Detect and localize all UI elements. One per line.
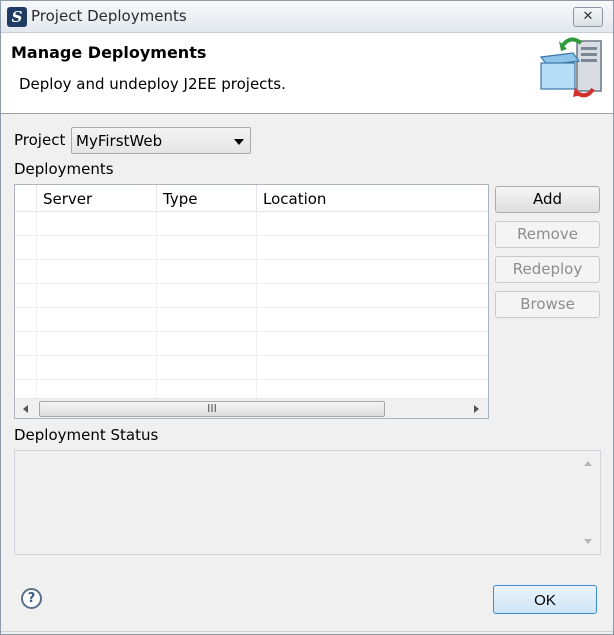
close-button[interactable]: ✕ — [573, 7, 603, 27]
deployment-status-label: Deployment Status — [14, 426, 159, 444]
table-header: Server Type Location — [15, 185, 488, 212]
project-label: Project — [14, 131, 66, 149]
deployment-status-text[interactable] — [14, 450, 601, 555]
redeploy-button[interactable]: Redeploy — [495, 256, 600, 283]
title-bar[interactable]: S Project Deployments ✕ — [1, 1, 613, 33]
column-header-type[interactable]: Type — [156, 185, 256, 212]
scroll-right-icon[interactable] — [474, 405, 479, 413]
ok-button[interactable]: OK — [493, 585, 597, 614]
help-icon[interactable]: ? — [21, 588, 42, 609]
browse-button[interactable]: Browse — [495, 291, 600, 318]
add-button[interactable]: Add — [495, 186, 600, 213]
app-logo-icon: S — [7, 7, 27, 27]
table-row[interactable] — [15, 308, 488, 332]
dialog-header: Manage Deployments Deploy and undeploy J… — [1, 33, 613, 114]
deployments-table[interactable]: Server Type Location III — [14, 184, 489, 419]
bottom-divider — [1, 631, 613, 632]
table-row[interactable] — [15, 236, 488, 260]
project-select-value: MyFirstWeb — [76, 132, 163, 150]
table-row[interactable] — [15, 332, 488, 356]
table-row[interactable] — [15, 212, 488, 236]
column-header-location[interactable]: Location — [256, 185, 488, 212]
scroll-down-icon[interactable] — [584, 539, 592, 544]
table-row[interactable] — [15, 284, 488, 308]
chevron-down-icon — [234, 139, 244, 145]
close-icon: ✕ — [582, 9, 594, 24]
scroll-up-icon[interactable] — [584, 461, 592, 466]
column-header-server[interactable]: Server — [36, 185, 156, 212]
project-select[interactable]: MyFirstWeb — [71, 127, 251, 154]
deploy-banner-icon — [539, 37, 602, 98]
table-row[interactable] — [15, 356, 488, 380]
table-row[interactable] — [15, 260, 488, 284]
deployments-label: Deployments — [14, 160, 114, 178]
horizontal-scrollbar[interactable]: III — [15, 398, 488, 418]
header-title: Manage Deployments — [11, 43, 207, 62]
scrollbar-thumb[interactable]: III — [39, 401, 385, 417]
project-deployments-dialog: S Project Deployments ✕ Manage Deploymen… — [0, 0, 614, 635]
remove-button[interactable]: Remove — [495, 221, 600, 248]
window-title: Project Deployments — [31, 7, 187, 25]
scroll-left-icon[interactable] — [23, 405, 28, 413]
column-header-blank — [15, 185, 36, 212]
header-description: Deploy and undeploy J2EE projects. — [19, 75, 286, 93]
